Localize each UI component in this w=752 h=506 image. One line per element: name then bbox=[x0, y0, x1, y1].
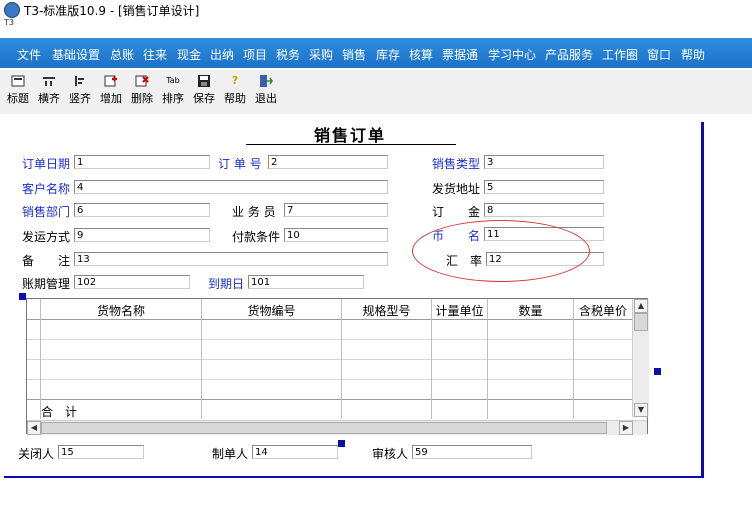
help-button[interactable]: ? 帮助 bbox=[221, 75, 249, 111]
label-ship-method: 发运方式 bbox=[22, 230, 71, 244]
column-header[interactable]: 含税单价 bbox=[574, 302, 632, 319]
field-remark[interactable]: 13 bbox=[74, 252, 388, 266]
field-deposit[interactable]: 8 bbox=[484, 203, 604, 217]
title-button[interactable]: 标题 bbox=[4, 75, 32, 111]
align-vertical-button[interactable]: 竖齐 bbox=[66, 75, 94, 111]
vertical-scroll-thumb[interactable] bbox=[634, 313, 648, 331]
delete-button[interactable]: 删除 bbox=[128, 75, 156, 111]
menu-costing[interactable]: 核算 bbox=[409, 46, 433, 63]
field-due-date[interactable]: 101 bbox=[248, 275, 364, 289]
field-customer[interactable]: 4 bbox=[74, 180, 388, 194]
field-order-date[interactable]: 1 bbox=[74, 155, 210, 169]
label-remark: 备 注 bbox=[22, 254, 71, 268]
app-logo-icon bbox=[4, 2, 20, 18]
field-auditor[interactable]: 59 bbox=[412, 445, 532, 459]
field-ship-address[interactable]: 5 bbox=[484, 180, 604, 194]
field-sales-type[interactable]: 3 bbox=[484, 155, 604, 169]
label-due-date: 到期日 bbox=[208, 277, 245, 291]
label-sales-type: 销售类型 bbox=[432, 157, 481, 171]
label-closer: 关闭人 bbox=[18, 447, 55, 461]
scroll-left-icon[interactable]: ◀ bbox=[27, 421, 41, 435]
tab-order-icon: Tab bbox=[166, 76, 180, 85]
menu-receivables[interactable]: 往来 bbox=[143, 46, 167, 63]
save-icon bbox=[197, 75, 211, 87]
grid-selection-handle-bottom[interactable] bbox=[338, 440, 345, 447]
scroll-up-icon[interactable]: ▲ bbox=[634, 299, 648, 313]
label-sales-dept: 销售部门 bbox=[22, 205, 71, 219]
vertical-scrollbar[interactable]: ▲ ▼ bbox=[632, 299, 649, 417]
menu-bills[interactable]: 票据通 bbox=[442, 46, 478, 63]
label-ship-address: 发货地址 bbox=[432, 182, 481, 196]
menu-project[interactable]: 项目 bbox=[243, 46, 267, 63]
label-customer: 客户名称 bbox=[22, 182, 71, 196]
label-salesperson: 业 务 员 bbox=[232, 205, 276, 219]
align-vertical-icon bbox=[73, 75, 87, 87]
label-maker: 制单人 bbox=[212, 447, 249, 461]
menu-help[interactable]: 帮助 bbox=[681, 46, 705, 63]
items-grid[interactable]: 货物名称 货物编号 规格型号 计量单位 数量 含税单价 合 计 bbox=[26, 298, 648, 434]
field-salesperson[interactable]: 7 bbox=[284, 203, 388, 217]
add-button[interactable]: 增加 bbox=[97, 75, 125, 111]
field-account-mgmt[interactable]: 102 bbox=[74, 275, 190, 289]
field-closer[interactable]: 15 bbox=[58, 445, 144, 459]
menu-inventory[interactable]: 库存 bbox=[376, 46, 400, 63]
horizontal-scroll-thumb[interactable] bbox=[41, 422, 607, 434]
menu-window[interactable]: 窗口 bbox=[647, 46, 671, 63]
menu-workspace[interactable]: 工作圈 bbox=[602, 46, 638, 63]
menu-bar: 文件 基础设置 总账 往来 现金 出纳 项目 税务 采购 销售 库存 核算 票据… bbox=[0, 38, 752, 68]
field-order-no[interactable]: 2 bbox=[268, 155, 388, 169]
menu-product-service[interactable]: 产品服务 bbox=[545, 46, 593, 63]
menu-learning-center[interactable]: 学习中心 bbox=[488, 46, 536, 63]
save-button[interactable]: 保存 bbox=[190, 75, 218, 111]
menu-cashier[interactable]: 出纳 bbox=[210, 46, 234, 63]
label-account-mgmt: 账期管理 bbox=[22, 277, 71, 291]
menu-general-ledger[interactable]: 总账 bbox=[110, 46, 134, 63]
field-sales-dept[interactable]: 6 bbox=[74, 203, 210, 217]
field-ship-method[interactable]: 9 bbox=[74, 228, 210, 242]
form-title[interactable]: 销售订单 bbox=[314, 122, 386, 146]
title-icon bbox=[11, 75, 25, 87]
delete-icon bbox=[135, 75, 149, 87]
design-area-bottom-border bbox=[4, 476, 704, 478]
total-row-label: 合 计 bbox=[41, 405, 78, 419]
scroll-down-icon[interactable]: ▼ bbox=[634, 403, 648, 417]
tab-order-button[interactable]: Tab 排序 bbox=[159, 75, 187, 111]
label-order-date: 订单日期 bbox=[22, 157, 71, 171]
label-auditor: 审核人 bbox=[372, 447, 409, 461]
field-payment-terms[interactable]: 10 bbox=[284, 228, 388, 242]
exit-icon bbox=[259, 75, 273, 87]
help-icon: ? bbox=[231, 74, 239, 87]
label-deposit: 订 金 bbox=[432, 205, 481, 219]
annotation-circle bbox=[412, 220, 590, 282]
grid-selection-handle-left[interactable] bbox=[19, 293, 26, 300]
title-underline bbox=[246, 144, 456, 145]
exit-button[interactable]: 退出 bbox=[252, 75, 280, 111]
app-tag: T3 bbox=[4, 18, 14, 27]
align-horizontal-button[interactable]: 横齐 bbox=[35, 75, 63, 111]
horizontal-scrollbar[interactable]: ◀ ▶ bbox=[27, 420, 647, 435]
menu-purchase[interactable]: 采购 bbox=[309, 46, 333, 63]
toolbar: 标题 横齐 竖齐 增加 删除 Tab 排序 保存 ? 帮助 退出 bbox=[0, 70, 752, 115]
title-bar: T3-标准版10.9 - [销售订单设计] bbox=[0, 0, 752, 20]
menu-file[interactable]: 文件 bbox=[17, 46, 41, 63]
align-horizontal-icon bbox=[42, 75, 56, 87]
column-header[interactable]: 货物名称 bbox=[41, 302, 201, 319]
menu-tax[interactable]: 税务 bbox=[276, 46, 300, 63]
column-header[interactable]: 计量单位 bbox=[432, 302, 487, 319]
scroll-right-icon[interactable]: ▶ bbox=[619, 421, 633, 435]
label-order-no: 订 单 号 bbox=[218, 157, 262, 171]
add-icon bbox=[104, 75, 118, 87]
menu-sales[interactable]: 销售 bbox=[342, 46, 366, 63]
label-payment-terms: 付款条件 bbox=[232, 230, 281, 244]
grid-selection-handle-right[interactable] bbox=[654, 368, 661, 375]
field-maker[interactable]: 14 bbox=[252, 445, 338, 459]
column-header[interactable]: 数量 bbox=[488, 302, 573, 319]
column-header[interactable]: 货物编号 bbox=[202, 302, 341, 319]
menu-basic-settings[interactable]: 基础设置 bbox=[52, 46, 100, 63]
column-header[interactable]: 规格型号 bbox=[342, 302, 431, 319]
window-title: T3-标准版10.9 - [销售订单设计] bbox=[24, 4, 200, 18]
menu-cash[interactable]: 现金 bbox=[177, 46, 201, 63]
design-area-right-border bbox=[701, 122, 704, 478]
